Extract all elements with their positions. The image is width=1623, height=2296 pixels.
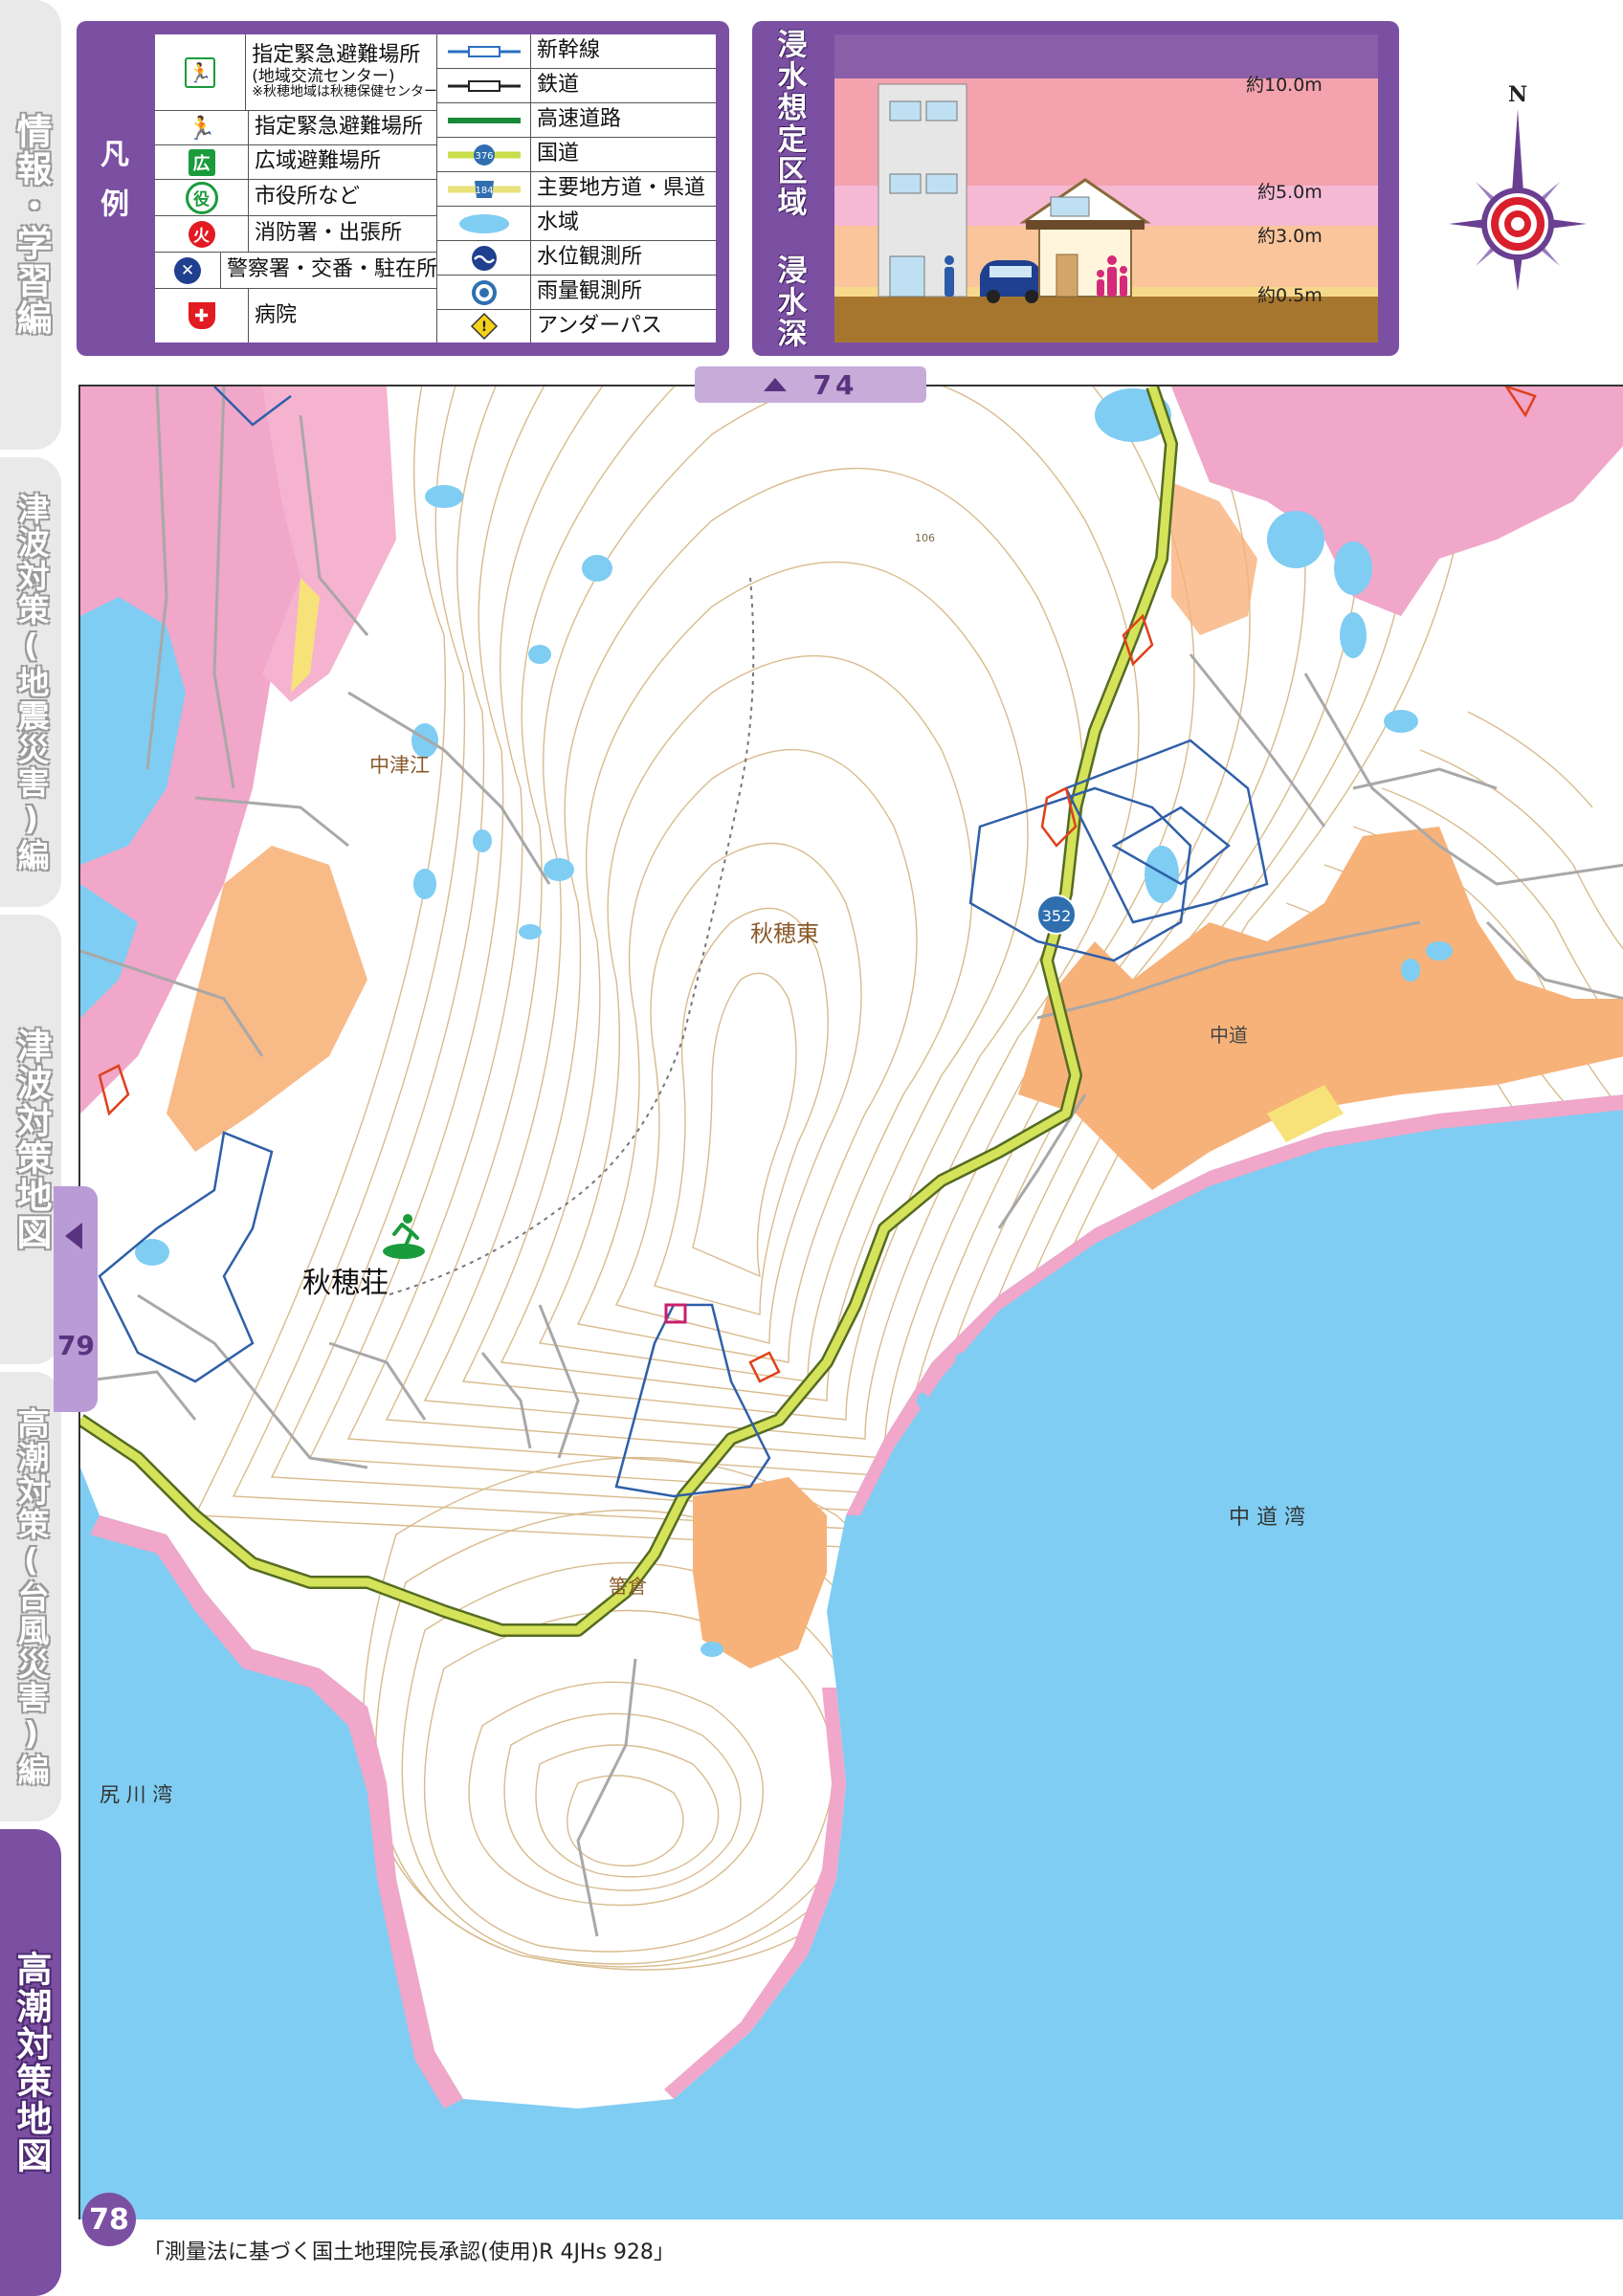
underpass-icon: ! [470,312,498,341]
hospital-icon: ✚ [188,302,215,329]
place-label-nakamichi-bay: 中 道 湾 [1229,1506,1305,1530]
legend-row: 🏃 指定緊急避難場所 [155,111,437,145]
legend-row: ! アンダーパス [437,310,716,342]
legend-row: 水域 [437,207,716,241]
rain-gauge-icon [471,279,497,305]
svg-text:!: ! [480,320,486,335]
side-tab-label: 高潮対策(台風災害)編 [12,1406,50,1787]
legend-table: 🏃 指定緊急避難場所 (地域交流センター) ※秋穂地域は秋穂保健センター 🏃 指定緊… [155,34,716,342]
side-tab-tsunami-measures[interactable]: 津波対策(地震災害)編 [0,457,61,907]
place-label-nakatsue: 中津江 [369,754,430,777]
compass-rose-icon: N [1449,82,1587,291]
page-number: 78 [82,2193,136,2246]
expressway-line-icon [447,117,521,123]
svg-text:184: 184 [475,186,493,196]
depth-label-5m: 約5.0m [1257,182,1323,203]
city-hall-icon: 役 [185,181,218,214]
legend-row: 新幹線 [437,34,716,69]
page-link-up[interactable]: 74 [695,366,926,403]
map-legend: 凡例 🏃 指定緊急避難場所 (地域交流センター) ※秋穂地域は秋穂保健センター 🏃 … [77,21,729,356]
svg-text:N: N [1508,82,1527,107]
svg-text:352: 352 [1042,907,1072,925]
side-tab-tsunami-map[interactable]: 津波対策地図 [0,915,61,1364]
side-tab-info[interactable]: 情報・学習編 [0,0,61,450]
svg-text:376: 376 [475,151,493,162]
side-tab-label: 津波対策(地震災害)編 [12,492,50,872]
legend-row: 火 消防署・出張所 [155,216,437,253]
depth-label-3m: 約3.0m [1257,226,1323,247]
arrow-up-icon [763,378,787,391]
legend-row: 376 国道 [437,138,716,172]
legend-row: ✚ 病院 [155,289,437,342]
water-area-icon [458,213,509,233]
map-canvas: 352 106 [80,386,1623,2219]
legend-row: 広 広域避難場所 [155,145,437,180]
side-tab-label: 情報・学習編 [11,113,52,337]
evac-person-icon: 🏃 [187,114,216,142]
wide-area-evac-icon: 広 [188,148,215,176]
legend-row: 水位観測所 [437,241,716,276]
legend-row: 役 市役所など [155,180,437,216]
svg-text:106: 106 [915,532,935,544]
place-label-nakamichi: 中道 [1210,1024,1248,1047]
place-label-aiohigashi: 秋穂東 [750,920,819,947]
shinkansen-line-icon [447,45,521,57]
facility-label-aioso: 秋穂荘 [302,1267,389,1300]
legend-row: 高速道路 [437,103,716,138]
national-road-icon: 376 [447,144,521,166]
survey-credit: 「測量法に基づく国土地理院長承認(使用)R 4JHs 928」 [144,2241,675,2264]
legend-row: 鉄道 [437,69,716,103]
hazard-map[interactable]: 352 106 中津江 秋穂東 中道 中 道 湾 尻 川 湾 筈倉 秋穂荘 [78,385,1623,2219]
place-label-shirikawa-bay: 尻 川 湾 [100,1783,173,1806]
legend-title: 凡例 [95,139,128,238]
side-tab-label: 高潮対策地図 [11,1951,52,2175]
side-tab-storm-surge-measures[interactable]: 高潮対策(台風災害)編 [0,1372,61,1821]
fire-station-icon: 火 [188,220,215,248]
depth-label-10m: 約10.0m [1246,75,1323,96]
legend-row: 雨量観測所 [437,276,716,310]
water-level-station-icon [471,245,497,271]
page-link-left[interactable]: 79 [54,1186,98,1412]
place-label-hashikura: 筈倉 [609,1575,647,1598]
police-icon: ✕ [173,256,201,284]
person-icon [945,255,954,297]
legend-row: ✕ 警察署・交番・駐在所 [155,253,437,289]
depth-label-05m: 約0.5m [1257,285,1323,306]
railway-line-icon [447,79,521,92]
legend-row: 🏃 指定緊急避難場所 (地域交流センター) ※秋穂地域は秋穂保健センター [155,34,437,111]
flood-depth-diagram: 浸水想定区域 浸水深 約10.0m 約5.0m 約3.0m 約0.5m [752,21,1399,356]
building-icon [878,83,967,298]
flood-depth-title: 浸水想定区域 浸水深 [771,28,807,349]
side-tab-label: 津波対策地図 [11,1027,52,1251]
legend-row: 184 主要地方道・県道 [437,172,716,207]
arrow-left-icon [65,1223,82,1249]
side-tab-storm-surge-map[interactable]: 高潮対策地図 [0,1829,61,2296]
prefectural-road-icon: 184 [447,180,521,198]
evac-running-person-icon: 🏃 [185,56,216,88]
route-shield: 352 [1036,894,1077,935]
